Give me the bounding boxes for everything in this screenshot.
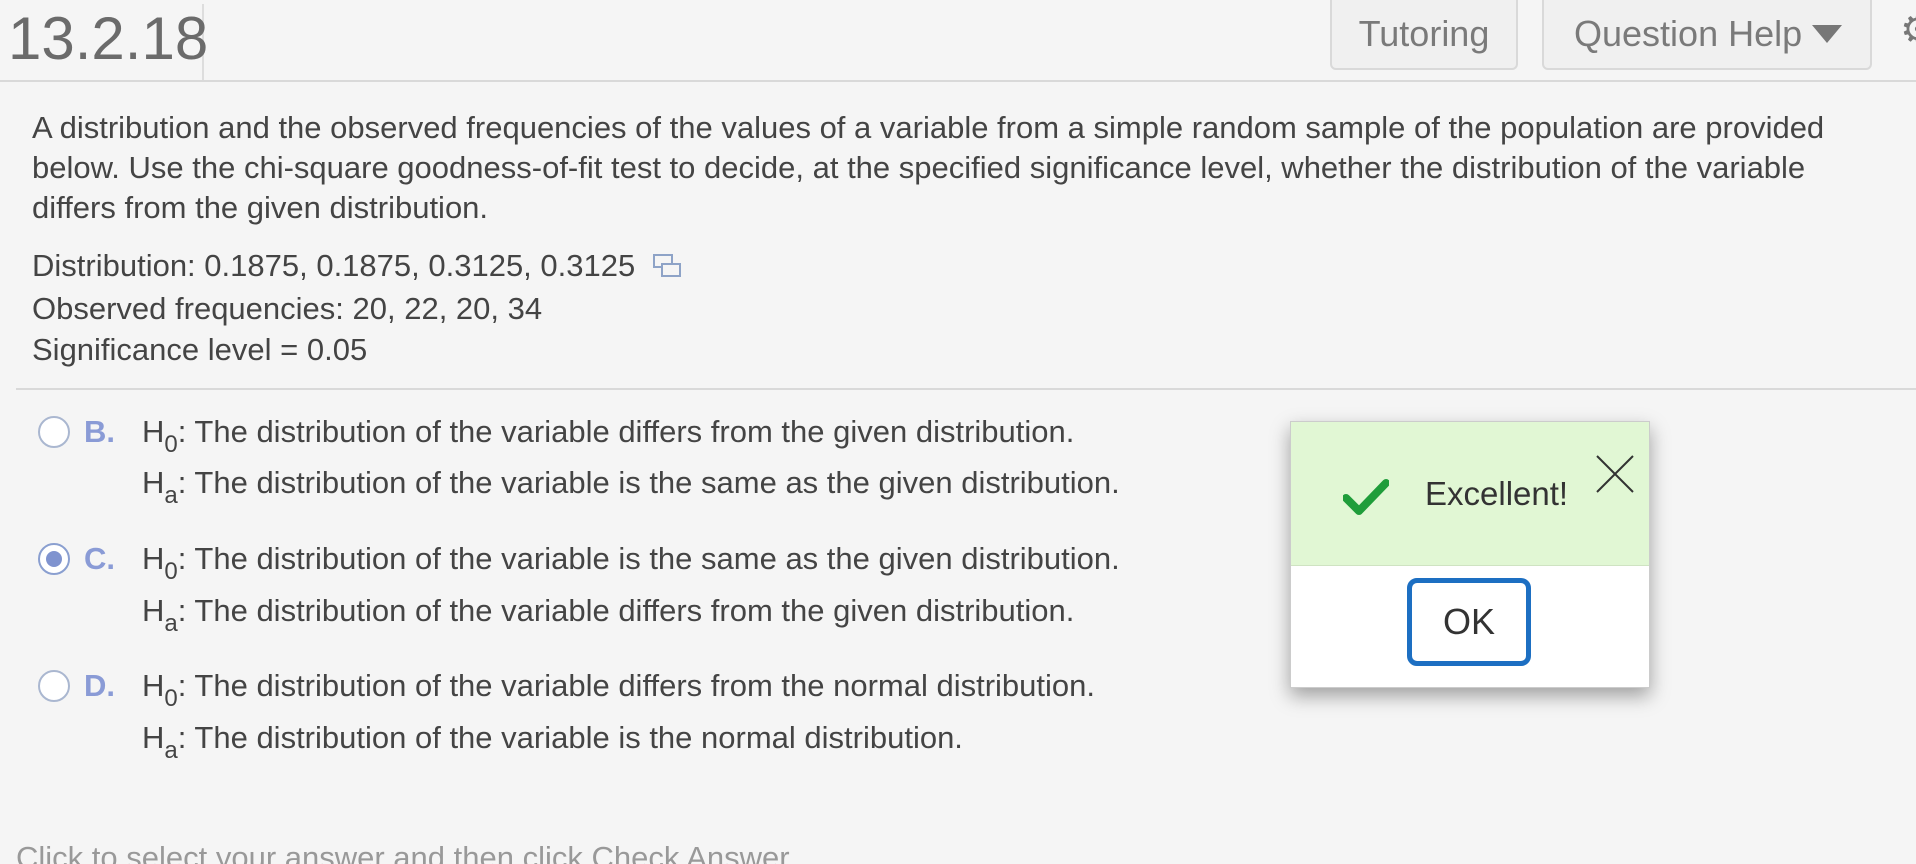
- tutoring-button[interactable]: Tutoring: [1330, 0, 1518, 70]
- statement-line: below. Use the chi-square goodness-of-fi…: [32, 150, 1806, 185]
- question-header: 13.2.18 Tutoring Question Help ⚙: [0, 0, 1916, 82]
- question-number: 13.2.18: [8, 4, 208, 80]
- gear-icon[interactable]: ⚙: [1900, 10, 1916, 50]
- answer-option-b[interactable]: B. H0: The distribution of the variable …: [0, 412, 1240, 522]
- question-help-button[interactable]: Question Help: [1542, 0, 1872, 70]
- radio-option-d[interactable]: [38, 670, 70, 702]
- question-page: 13.2.18 Tutoring Question Help ⚙ A distr…: [0, 0, 1916, 864]
- null-hypothesis: H0: The distribution of the variable is …: [142, 541, 1120, 585]
- radio-option-b[interactable]: [38, 416, 70, 448]
- ok-label: OK: [1442, 601, 1495, 642]
- distribution-line: Distribution: 0.1875, 0.1875, 0.3125, 0.…: [32, 246, 682, 286]
- distribution-text: Distribution: 0.1875, 0.1875, 0.3125, 0.…: [32, 248, 636, 283]
- option-letter: B.: [84, 414, 115, 449]
- feedback-banner: Excellent!: [1291, 422, 1649, 566]
- feedback-message: Excellent!: [1425, 475, 1569, 512]
- option-letter: D.: [84, 668, 115, 703]
- null-hypothesis: H0: The distribution of the variable dif…: [142, 414, 1075, 458]
- problem-statement: A distribution and the observed frequenc…: [32, 108, 1916, 228]
- option-letter: C.: [84, 541, 115, 576]
- significance-level: Significance level = 0.05: [32, 332, 368, 367]
- ok-button[interactable]: OK: [1407, 578, 1531, 666]
- statement-line: A distribution and the observed frequenc…: [32, 110, 1825, 145]
- radio-option-c[interactable]: [38, 543, 70, 575]
- alternative-hypothesis: Ha: The distribution of the variable is …: [142, 720, 963, 764]
- checkmark-icon: [1343, 479, 1389, 515]
- copy-icon[interactable]: [653, 252, 682, 280]
- chevron-down-icon: [1812, 25, 1843, 44]
- statement-line: differs from the given distribution.: [32, 190, 489, 225]
- observed-frequencies: Observed frequencies: 20, 22, 20, 34: [32, 291, 543, 326]
- question-help-label: Question Help: [1574, 13, 1803, 54]
- answer-option-d[interactable]: D. H0: The distribution of the variable …: [0, 666, 1240, 776]
- close-icon[interactable]: [1593, 452, 1637, 496]
- divider: [16, 388, 1916, 390]
- tutoring-label: Tutoring: [1358, 13, 1490, 54]
- alternative-hypothesis: Ha: The distribution of the variable is …: [142, 465, 1120, 509]
- instruction-hint: Click to select your answer and then cli…: [16, 840, 797, 864]
- null-hypothesis: H0: The distribution of the variable dif…: [142, 668, 1096, 712]
- alternative-hypothesis: Ha: The distribution of the variable dif…: [142, 593, 1075, 637]
- answer-option-c[interactable]: C. H0: The distribution of the variable …: [0, 539, 1240, 649]
- feedback-dialog: Excellent! OK: [1290, 421, 1650, 688]
